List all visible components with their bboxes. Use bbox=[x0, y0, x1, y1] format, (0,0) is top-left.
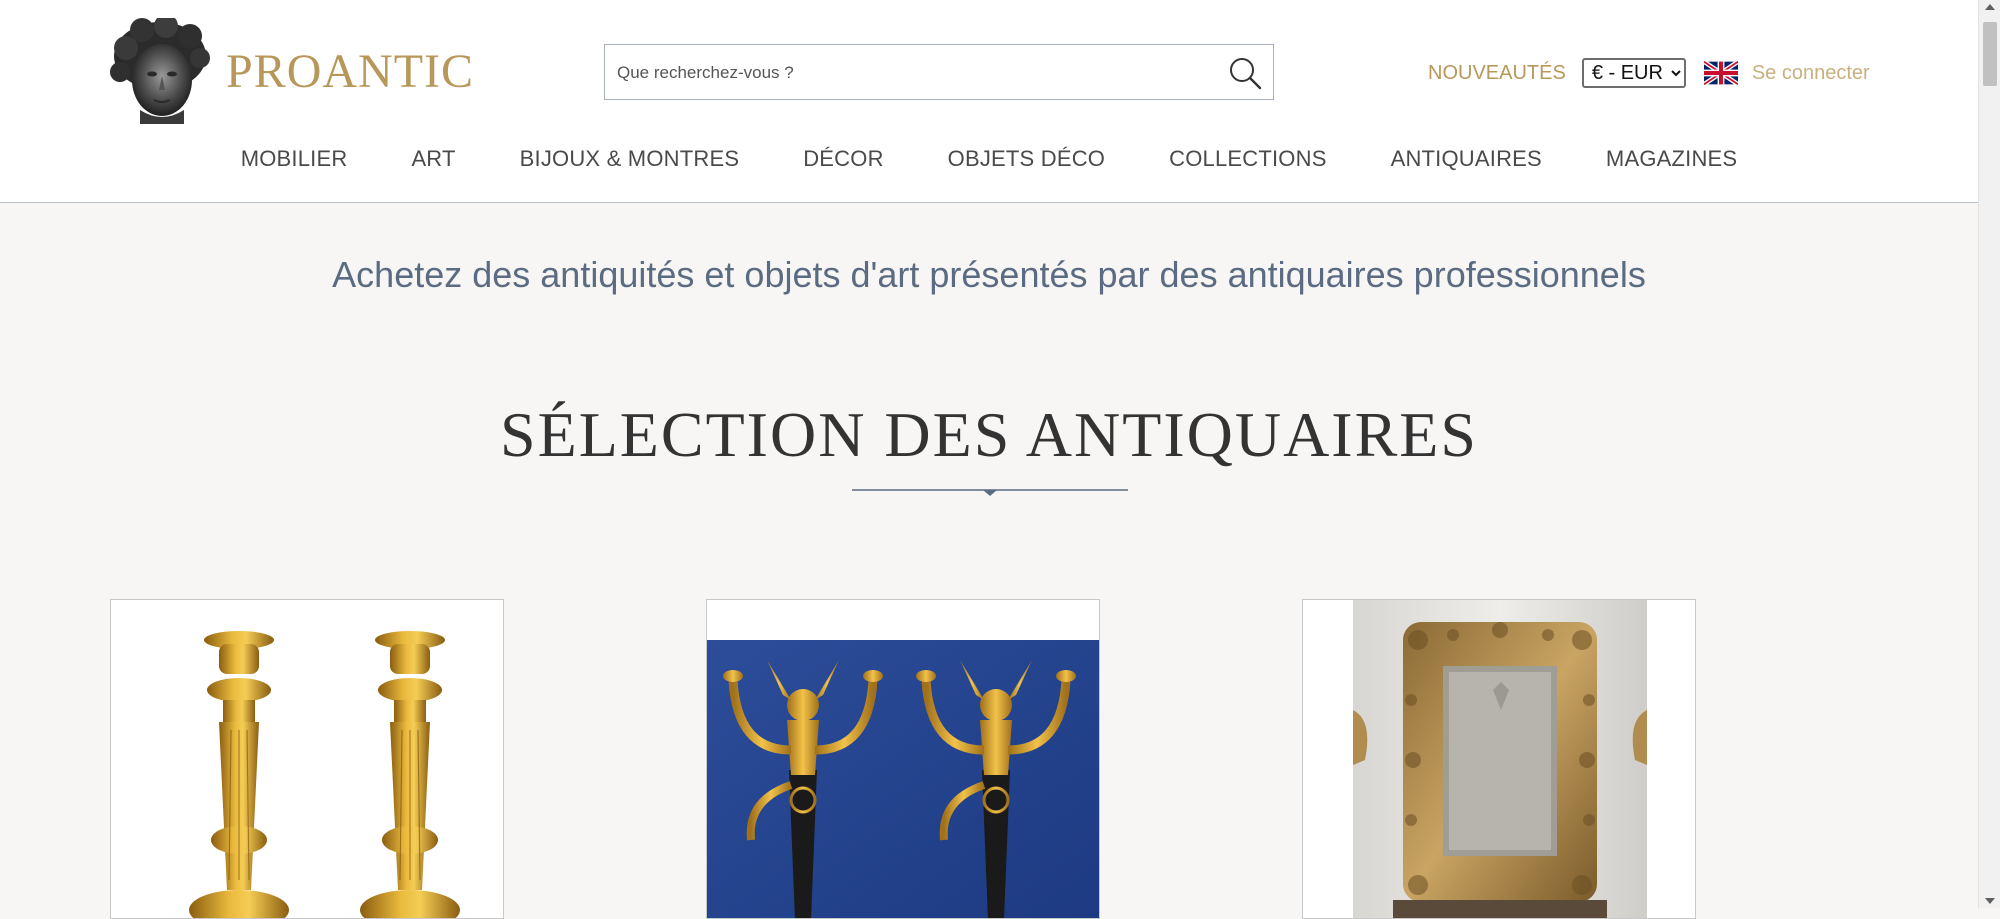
product-image-sconces bbox=[707, 600, 1099, 918]
product-card-sconces[interactable] bbox=[706, 599, 1100, 919]
nav-item-mobilier[interactable]: MOBILIER bbox=[241, 146, 348, 172]
nav-item-collections[interactable]: COLLECTIONS bbox=[1169, 146, 1326, 172]
nav-item-decor[interactable]: DÉCOR bbox=[803, 146, 883, 172]
nav-item-art[interactable]: ART bbox=[411, 146, 455, 172]
product-image-mirror bbox=[1303, 600, 1695, 918]
product-image-candlesticks bbox=[111, 600, 503, 918]
nav-item-magazines[interactable]: MAGAZINES bbox=[1606, 146, 1737, 172]
cherub-head-logo-icon bbox=[110, 18, 210, 124]
nouveautes-link[interactable]: NOUVEAUTÉS bbox=[1428, 62, 1566, 85]
scrollbar-thumb[interactable] bbox=[1983, 22, 1997, 86]
search-input[interactable] bbox=[615, 45, 1199, 101]
main-nav: MOBILIER ART BIJOUX & MONTRES DÉCOR OBJE… bbox=[0, 146, 1978, 172]
nav-item-objets-deco[interactable]: OBJETS DÉCO bbox=[948, 146, 1105, 172]
product-card-mirror[interactable] bbox=[1302, 599, 1696, 919]
search-box bbox=[604, 44, 1274, 101]
scroll-down-arrow-icon[interactable] bbox=[1985, 898, 1995, 904]
vertical-scrollbar[interactable] bbox=[1978, 0, 2000, 908]
search-icon[interactable] bbox=[1227, 55, 1263, 91]
login-link[interactable]: Se connecter bbox=[1752, 62, 1870, 85]
uk-flag-icon[interactable] bbox=[1703, 61, 1738, 85]
page-tagline: Achetez des antiquités et objets d'art p… bbox=[332, 254, 1646, 295]
scroll-up-arrow-icon[interactable] bbox=[1985, 4, 1995, 10]
logo-text: PROANTIC bbox=[226, 44, 475, 98]
section-title: SÉLECTION DES ANTIQUAIRES bbox=[500, 399, 1478, 470]
nav-item-bijoux-montres[interactable]: BIJOUX & MONTRES bbox=[520, 146, 740, 172]
header-utilities: NOUVEAUTÉS € - EUR Se connecter bbox=[1428, 56, 1870, 90]
site-header: PROANTIC NOUVEAUTÉS € - EUR Se connecter… bbox=[0, 0, 1978, 203]
nav-item-antiquaires[interactable]: ANTIQUAIRES bbox=[1391, 146, 1542, 172]
currency-select[interactable]: € - EUR bbox=[1581, 58, 1686, 88]
logo[interactable]: PROANTIC bbox=[110, 18, 474, 124]
title-divider bbox=[852, 489, 1128, 496]
product-card-candlesticks[interactable] bbox=[110, 599, 504, 919]
